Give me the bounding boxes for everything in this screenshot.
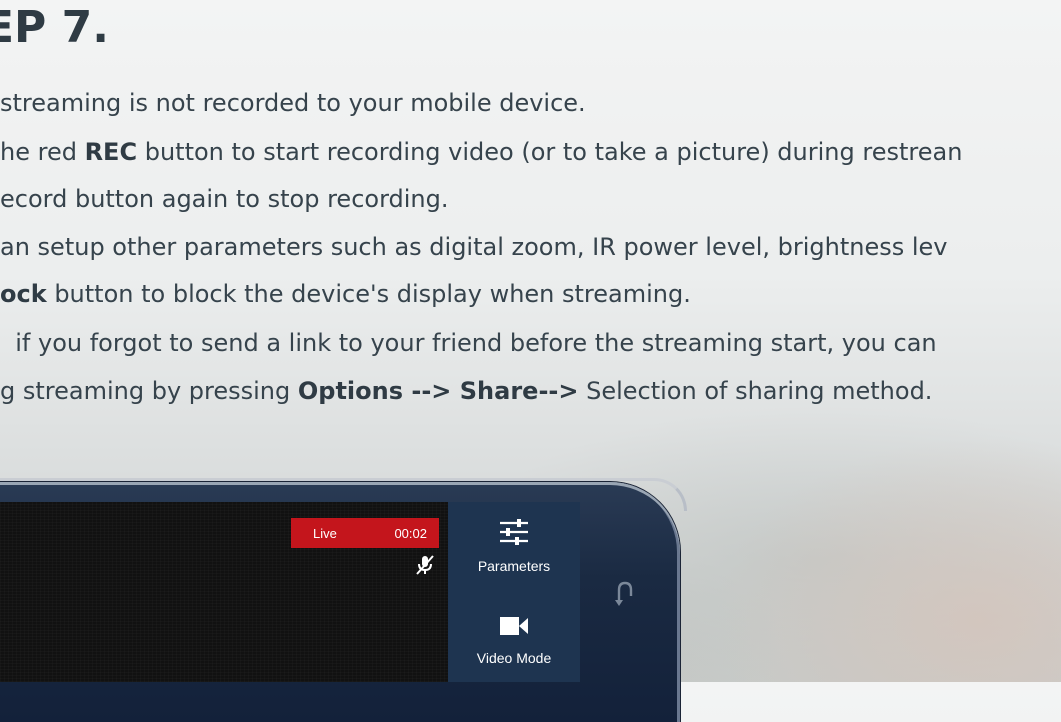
instruction-line: if you forgot to send a link to your fri…	[0, 329, 937, 357]
live-timer: 00:02	[394, 525, 427, 541]
live-status-badge: Live 00:02	[291, 518, 439, 548]
instruction-line: streaming is not recorded to your mobile…	[0, 89, 586, 117]
mic-off-icon[interactable]	[414, 554, 436, 576]
sliders-icon	[500, 519, 528, 545]
back-arrow-icon[interactable]	[612, 578, 636, 608]
parameters-label: Parameters	[477, 558, 551, 574]
instruction-line: an setup other parameters such as digita…	[0, 233, 948, 261]
live-label: Live	[313, 525, 337, 541]
instruction-line: ecord button again to stop recording.	[0, 185, 449, 213]
instruction-line: he red REC button to start recording vid…	[0, 138, 963, 166]
control-panel: Parameters Video Mode	[448, 502, 580, 682]
step-heading: EP 7.	[0, 2, 109, 53]
instruction-line: ock button to block the device's display…	[0, 280, 691, 308]
video-camera-icon	[500, 617, 528, 635]
parameters-button[interactable]: Parameters	[448, 514, 580, 594]
phone-screen: Live 00:02 Parameters Video Mode	[0, 502, 580, 682]
video-mode-label: Video Mode	[476, 650, 552, 666]
video-mode-button[interactable]: Video Mode	[448, 606, 580, 686]
instruction-line: g streaming by pressing Options --> Shar…	[0, 377, 933, 405]
